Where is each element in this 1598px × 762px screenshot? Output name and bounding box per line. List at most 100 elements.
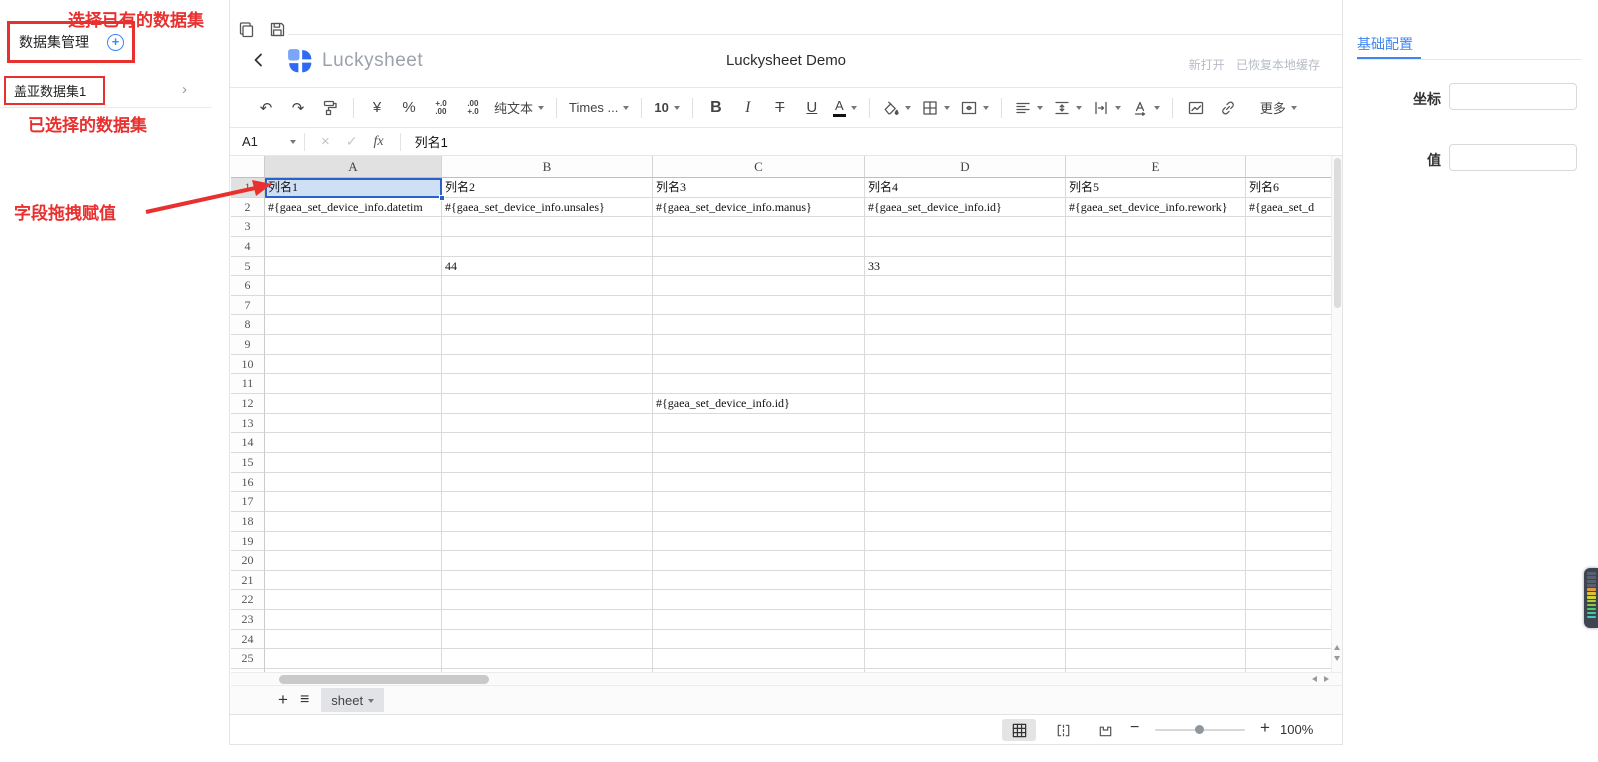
cell-e12[interactable] [1066, 394, 1246, 414]
cell-e19[interactable] [1066, 532, 1246, 552]
cell-f10[interactable] [1246, 355, 1331, 375]
cell-c1[interactable]: 列名3 [653, 178, 865, 198]
font-size-dropdown[interactable]: 10 [654, 95, 679, 121]
cell-f4[interactable] [1246, 237, 1331, 257]
underline-button[interactable]: U [801, 95, 823, 121]
cell-b7[interactable] [442, 296, 653, 316]
cell-a9[interactable] [265, 335, 442, 355]
cell-f17[interactable] [1246, 492, 1331, 512]
format-painter-button[interactable] [319, 95, 341, 121]
cell-b22[interactable] [442, 590, 653, 610]
cell-b19[interactable] [442, 532, 653, 552]
cell-e10[interactable] [1066, 355, 1246, 375]
column-header-d[interactable]: D [865, 156, 1066, 178]
scroll-down-icon[interactable] [1334, 656, 1340, 664]
cell-a21[interactable] [265, 571, 442, 591]
cell-e23[interactable] [1066, 610, 1246, 630]
scroll-up-icon[interactable] [1334, 642, 1340, 650]
cell-b4[interactable] [442, 237, 653, 257]
cell-e25[interactable] [1066, 649, 1246, 669]
cell-c8[interactable] [653, 315, 865, 335]
cell-e16[interactable] [1066, 473, 1246, 493]
cell-b6[interactable] [442, 276, 653, 296]
cell-c15[interactable] [653, 453, 865, 473]
cell-f15[interactable] [1246, 453, 1331, 473]
row-header-3[interactable]: 3 [231, 217, 265, 237]
row-header-23[interactable]: 23 [231, 610, 265, 630]
cell-a13[interactable] [265, 414, 442, 434]
cell-f20[interactable] [1246, 551, 1331, 571]
cell-c14[interactable] [653, 433, 865, 453]
cell-a2[interactable]: #{gaea_set_device_info.datetim [265, 198, 442, 218]
row-header-8[interactable]: 8 [231, 315, 265, 335]
cell-c17[interactable] [653, 492, 865, 512]
cell-b2[interactable]: #{gaea_set_device_info.unsales} [442, 198, 653, 218]
cell-d14[interactable] [865, 433, 1066, 453]
cell-b10[interactable] [442, 355, 653, 375]
cell-a19[interactable] [265, 532, 442, 552]
cell-a11[interactable] [265, 374, 442, 394]
row-header-7[interactable]: 7 [231, 296, 265, 316]
zoom-slider[interactable] [1155, 729, 1245, 731]
cell-d3[interactable] [865, 217, 1066, 237]
cell-c19[interactable] [653, 532, 865, 552]
cell-a4[interactable] [265, 237, 442, 257]
cell-f9[interactable] [1246, 335, 1331, 355]
coordinate-input[interactable] [1449, 83, 1577, 110]
increase-decimal-button[interactable]: .00+.0 [462, 95, 484, 121]
zoom-slider-knob[interactable] [1195, 725, 1204, 734]
cell-f2[interactable]: #{gaea_set_d [1246, 198, 1331, 218]
cell-c25[interactable] [653, 649, 865, 669]
cell-f3[interactable] [1246, 217, 1331, 237]
add-dataset-icon[interactable]: + [107, 34, 124, 51]
cell-a8[interactable] [265, 315, 442, 335]
cell-f13[interactable] [1246, 414, 1331, 434]
cell-b24[interactable] [442, 630, 653, 650]
row-header-4[interactable]: 4 [231, 237, 265, 257]
cell-d18[interactable] [865, 512, 1066, 532]
cell-c10[interactable] [653, 355, 865, 375]
row-header-16[interactable]: 16 [231, 473, 265, 493]
cell-a3[interactable] [265, 217, 442, 237]
cell-b9[interactable] [442, 335, 653, 355]
cell-e24[interactable] [1066, 630, 1246, 650]
cell-f1[interactable]: 列名6 [1246, 178, 1331, 198]
cell-f23[interactable] [1246, 610, 1331, 630]
zoom-out-button[interactable]: − [1130, 719, 1139, 737]
horizontal-scrollbar[interactable] [231, 672, 1342, 686]
column-header-b[interactable]: B [442, 156, 653, 178]
text-rotate-button[interactable] [1131, 95, 1160, 121]
strikethrough-button[interactable]: T [769, 95, 791, 121]
row-header-13[interactable]: 13 [231, 414, 265, 434]
cell-e1[interactable]: 列名5 [1066, 178, 1246, 198]
row-header-20[interactable]: 20 [231, 551, 265, 571]
zoom-level[interactable]: 100% [1280, 722, 1313, 737]
chevron-down-icon[interactable] [851, 106, 857, 113]
cell-c20[interactable] [653, 551, 865, 571]
cell-f25[interactable] [1246, 649, 1331, 669]
number-format-dropdown[interactable]: 纯文本 [494, 95, 544, 121]
cell-c3[interactable] [653, 217, 865, 237]
cell-e11[interactable] [1066, 374, 1246, 394]
cell-b3[interactable] [442, 217, 653, 237]
cell-a16[interactable] [265, 473, 442, 493]
cell-b21[interactable] [442, 571, 653, 591]
row-header-19[interactable]: 19 [231, 532, 265, 552]
cell-d5[interactable]: 33 [865, 257, 1066, 277]
font-family-dropdown[interactable]: Times ... [569, 95, 629, 121]
cell-d23[interactable] [865, 610, 1066, 630]
row-header-18[interactable]: 18 [231, 512, 265, 532]
cell-f14[interactable] [1246, 433, 1331, 453]
cell-b14[interactable] [442, 433, 653, 453]
row-header-12[interactable]: 12 [231, 394, 265, 414]
cell-b25[interactable] [442, 649, 653, 669]
cell-b15[interactable] [442, 453, 653, 473]
formula-input[interactable]: 列名1 [415, 132, 448, 151]
cell-c13[interactable] [653, 414, 865, 434]
cell-a20[interactable] [265, 551, 442, 571]
cell-f16[interactable] [1246, 473, 1331, 493]
column-header-a[interactable]: A [265, 156, 442, 178]
cell-c5[interactable] [653, 257, 865, 277]
cell-e17[interactable] [1066, 492, 1246, 512]
chevron-down-icon[interactable] [944, 106, 950, 113]
